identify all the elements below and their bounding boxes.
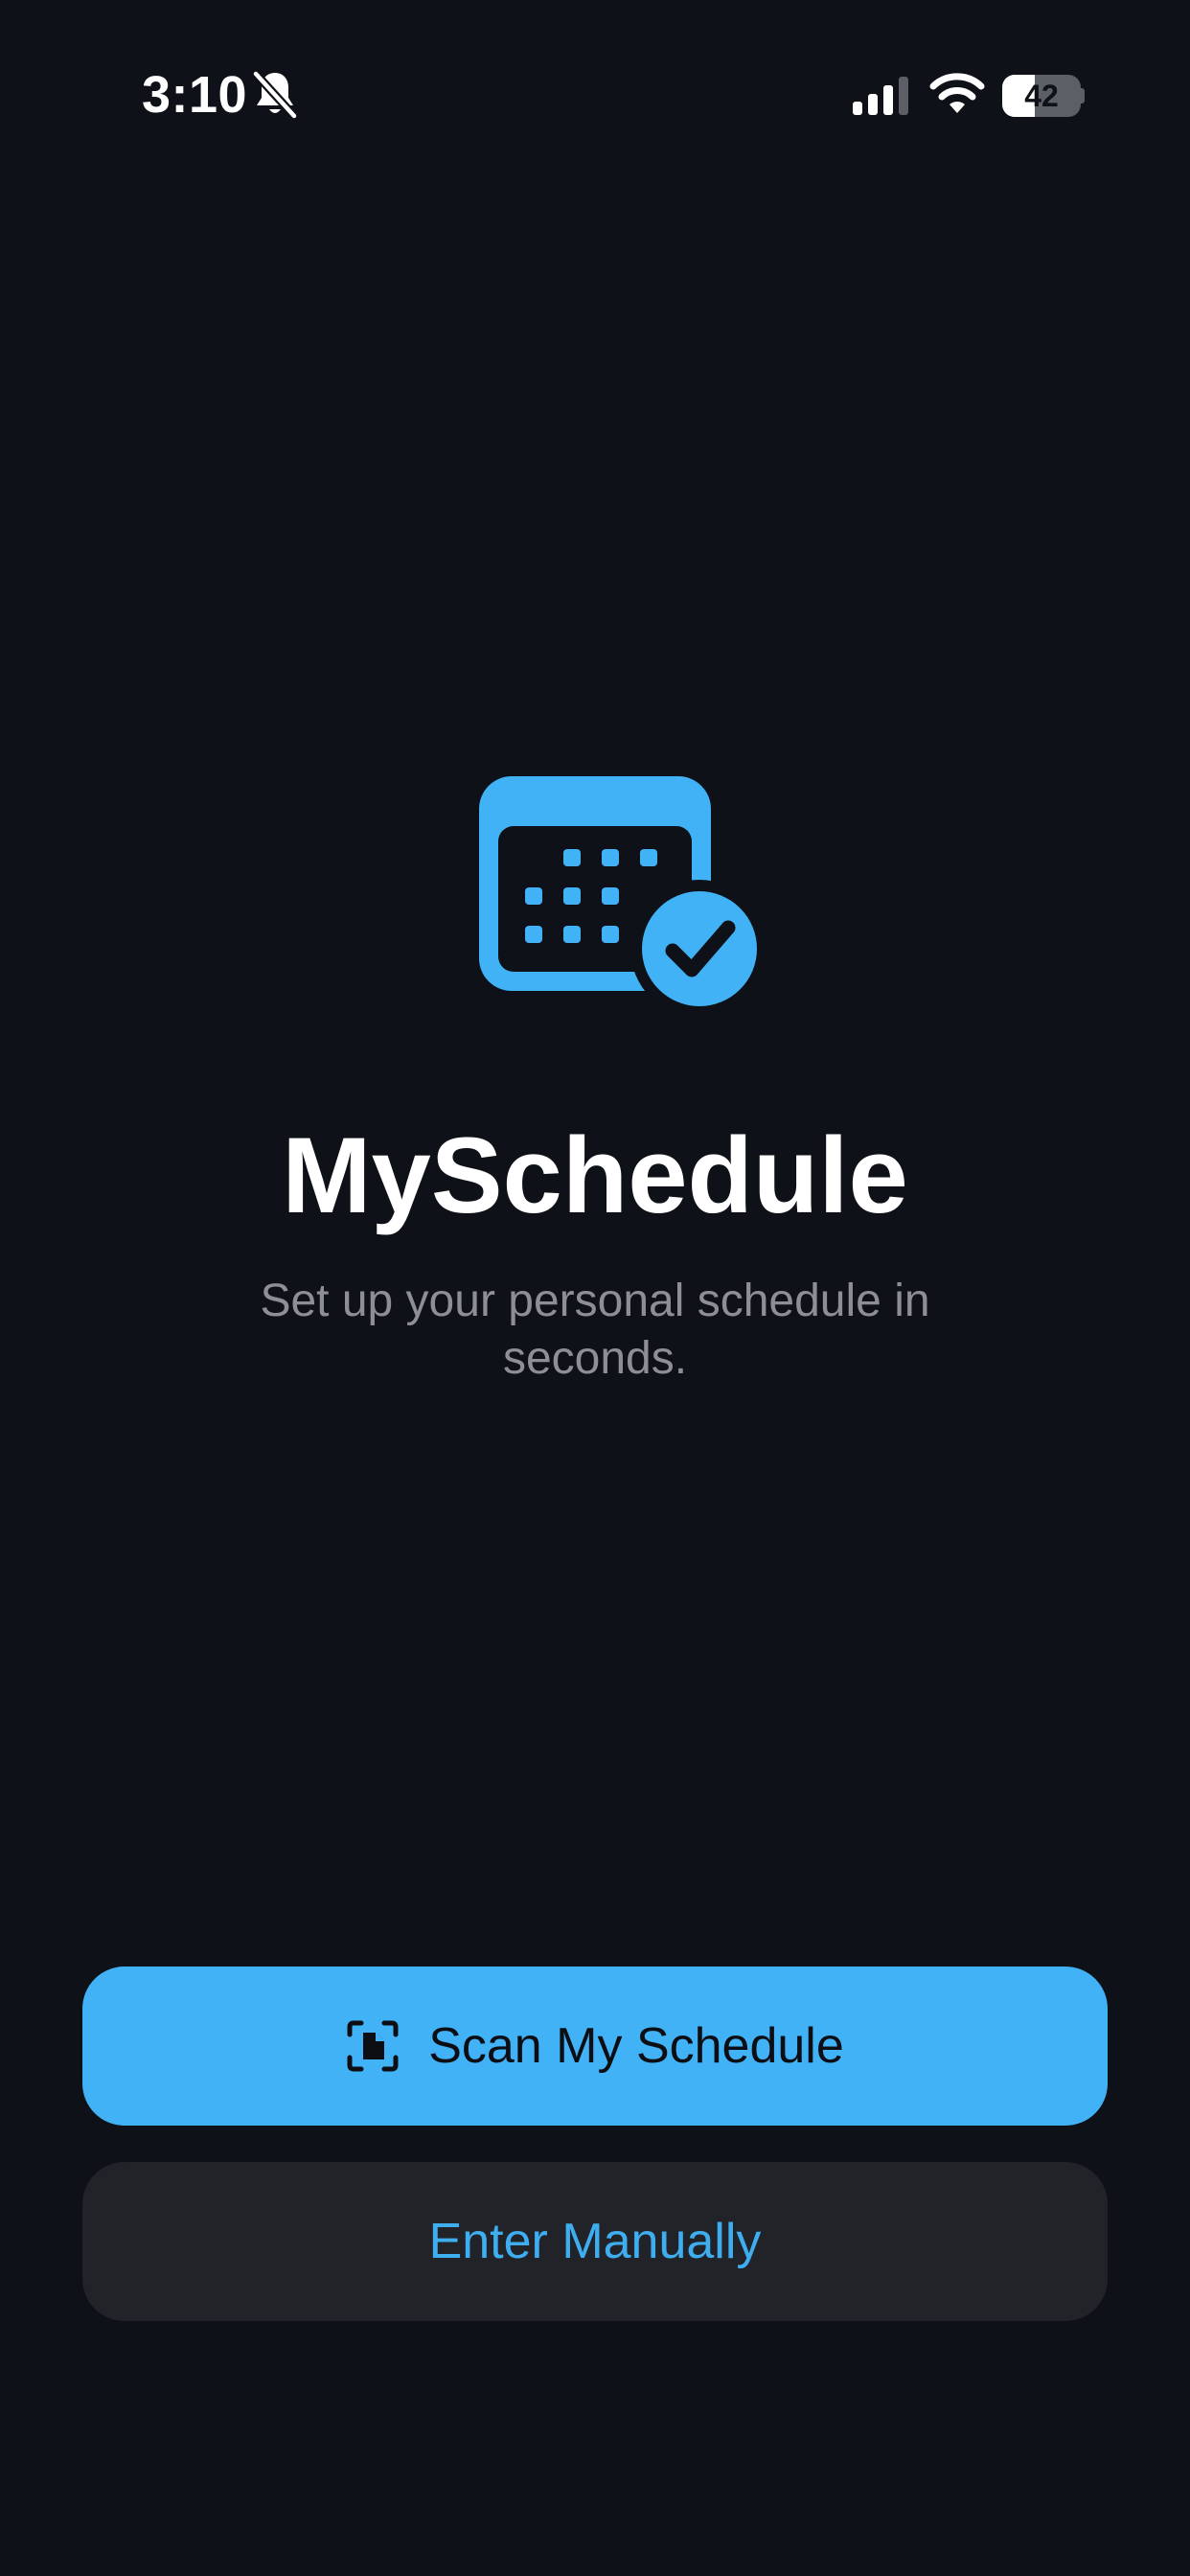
scan-schedule-button[interactable]: Scan My Schedule — [82, 1966, 1108, 2126]
scan-schedule-label: Scan My Schedule — [428, 2018, 844, 2074]
enter-manually-label: Enter Manually — [428, 2214, 762, 2269]
battery-level: 42 — [1024, 79, 1059, 113]
battery-icon: 42 — [1002, 75, 1085, 117]
battery-body: 42 — [1002, 75, 1081, 117]
enter-manually-button[interactable]: Enter Manually — [82, 2162, 1108, 2321]
app-subtitle: Set up your personal schedule in seconds… — [260, 1276, 930, 1384]
battery-cap — [1081, 88, 1085, 104]
document-scanner-icon — [347, 2020, 399, 2072]
cellular-signal-icon — [853, 77, 908, 115]
status-bar: 3:10 42 — [0, 0, 1190, 192]
wifi-icon — [929, 73, 985, 113]
bell-slash-icon — [251, 69, 299, 121]
app-title: MySchedule — [282, 1116, 908, 1235]
calendar-check-icon — [479, 776, 761, 1012]
status-time: 3:10 — [142, 66, 248, 124]
